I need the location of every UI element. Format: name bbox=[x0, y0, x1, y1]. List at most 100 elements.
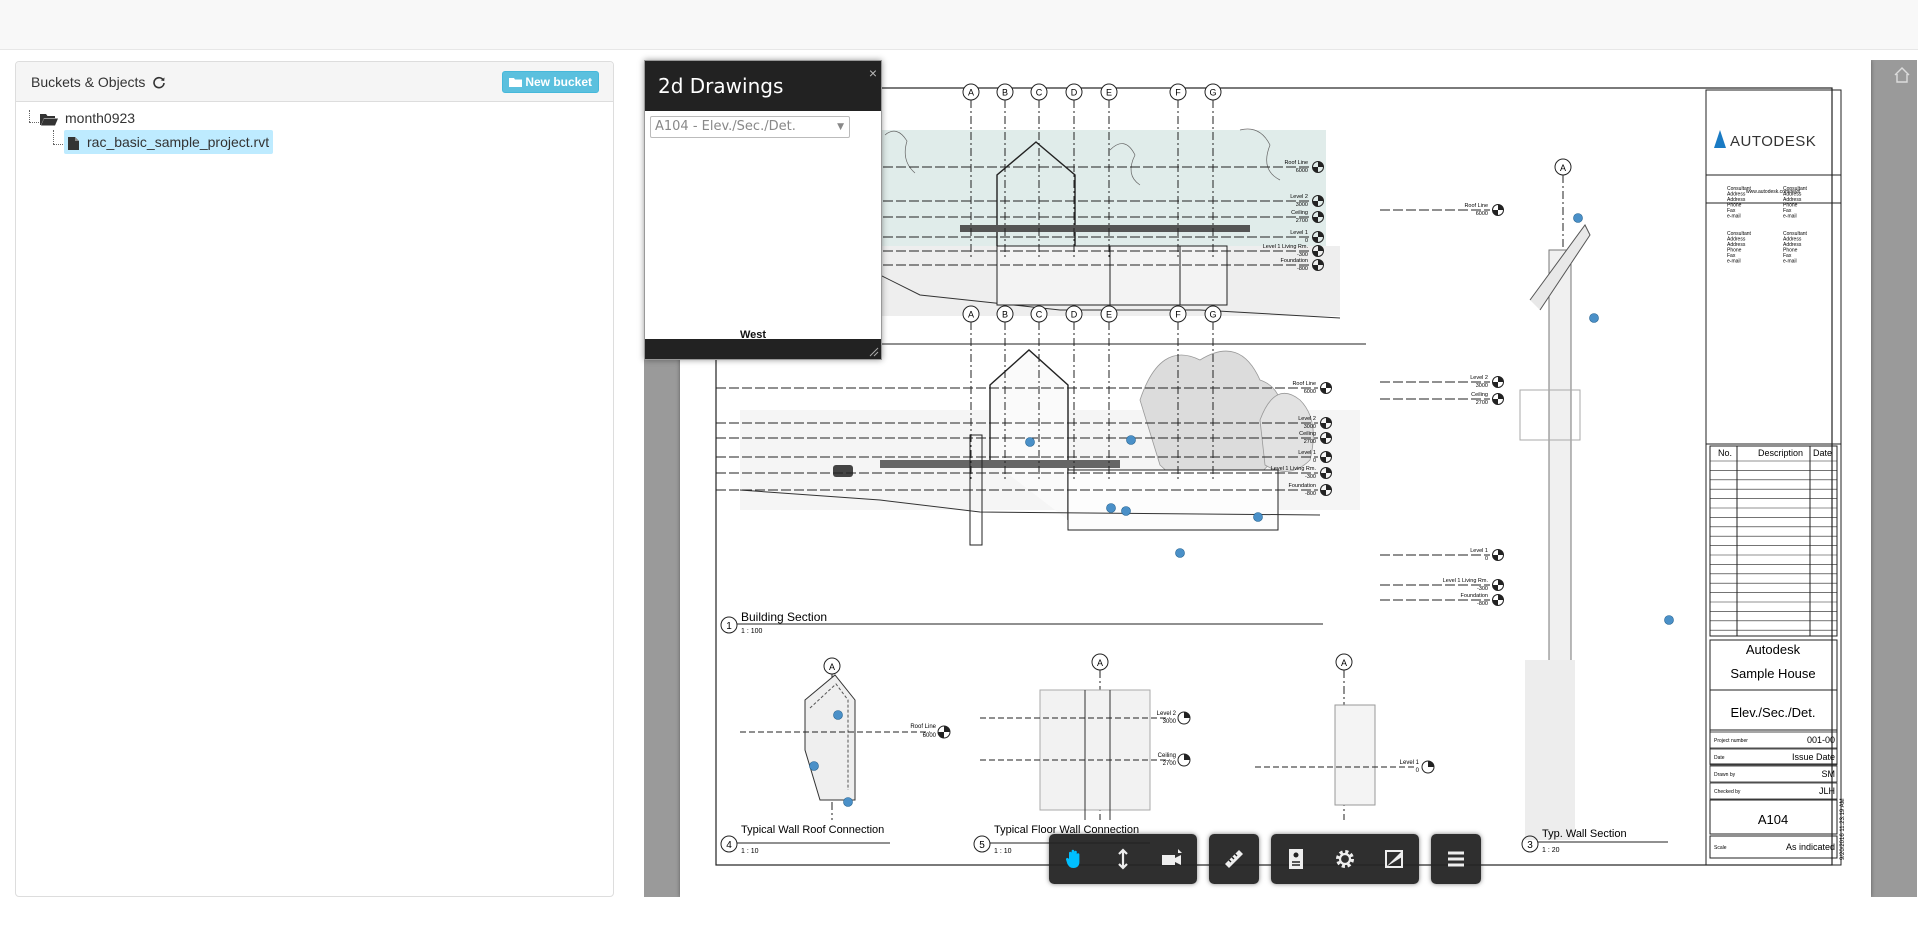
level-line: Level 2 3000 bbox=[1380, 375, 1504, 389]
measure-icon bbox=[1225, 850, 1243, 868]
bucket-tree: month0923 rac_basic_sample_project.rvt bbox=[26, 106, 274, 154]
sheet-number: A104 bbox=[1758, 812, 1788, 827]
level-line: Level 1 Living Rm. -300 bbox=[1380, 578, 1504, 592]
menu-button[interactable] bbox=[1431, 834, 1481, 884]
svg-text:E: E bbox=[1106, 88, 1112, 98]
sheet-select-value: A104 - Elev./Sec./Det. bbox=[655, 119, 796, 134]
detail-4: A Roof Line 6000 4 Typical Wall Roof Con… bbox=[720, 657, 951, 855]
rev-header-no: No. bbox=[1718, 448, 1732, 458]
title-block-row: Drawn by SM bbox=[1709, 765, 1838, 783]
close-icon[interactable]: × bbox=[869, 65, 877, 81]
object-node[interactable]: rac_basic_sample_project.rvt bbox=[64, 130, 274, 154]
svg-text:JLH: JLH bbox=[1819, 786, 1835, 796]
pan-icon bbox=[1065, 849, 1080, 868]
folder-open-icon bbox=[40, 114, 58, 126]
svg-text:A: A bbox=[968, 88, 974, 98]
sheet-select[interactable]: A104 - Elev./Sec./Det. ▼ bbox=[650, 116, 850, 138]
svg-text:Roof Line: Roof Line bbox=[910, 724, 936, 730]
detail-3-scale: 1 : 20 bbox=[1542, 847, 1560, 854]
svg-text:Roof Line: Roof Line bbox=[1464, 203, 1488, 209]
object-label: rac_basic_sample_project.rvt bbox=[87, 134, 270, 150]
svg-text:Roof Line: Roof Line bbox=[1284, 160, 1308, 166]
svg-text:Level 1: Level 1 bbox=[1470, 548, 1488, 554]
nav-panel-title[interactable]: 2d Drawings Navigation bbox=[645, 61, 881, 148]
model-browser-button[interactable] bbox=[1271, 834, 1321, 884]
new-bucket-button[interactable]: New bucket bbox=[502, 71, 599, 93]
scale-label: Scale bbox=[1714, 845, 1727, 851]
home-icon[interactable] bbox=[1893, 66, 1911, 84]
svg-text:Level 1: Level 1 bbox=[1400, 760, 1420, 766]
tree-item-object[interactable]: rac_basic_sample_project.rvt bbox=[26, 130, 274, 154]
svg-text:Level 1: Level 1 bbox=[1290, 230, 1308, 236]
svg-text:SM: SM bbox=[1822, 769, 1836, 779]
level-line: Ceiling 2700 bbox=[1380, 392, 1504, 406]
sheet-name: Elev./Sec./Det. bbox=[1730, 705, 1815, 720]
svg-text:Roof Line: Roof Line bbox=[1292, 381, 1316, 387]
model-browser-icon bbox=[1289, 849, 1303, 869]
svg-text:Level 1 Living Rm.: Level 1 Living Rm. bbox=[1443, 578, 1489, 584]
zoom-button[interactable] bbox=[1098, 834, 1148, 884]
revision-rows bbox=[1710, 460, 1837, 631]
detail4-grid-label: A bbox=[829, 662, 835, 672]
title-block-row: Project number 001-00 bbox=[1709, 731, 1838, 749]
building-section bbox=[739, 349, 1360, 546]
client-name: Autodesk bbox=[1746, 642, 1801, 657]
svg-text:e-mail: e-mail bbox=[1727, 214, 1741, 220]
svg-text:Drawn by: Drawn by bbox=[1714, 772, 1736, 778]
refresh-icon[interactable] bbox=[152, 75, 166, 89]
title-block-rows: Project number 001-00 Date Issue Date Drawn … bbox=[1709, 731, 1838, 800]
svg-text:Foundation: Foundation bbox=[1288, 483, 1316, 489]
svg-text:6000: 6000 bbox=[1304, 389, 1316, 395]
detail-3-title: Typ. Wall Section bbox=[1542, 828, 1627, 840]
svg-text:E: E bbox=[1106, 310, 1112, 320]
scale-value: As indicated bbox=[1786, 842, 1835, 852]
svg-text:3000: 3000 bbox=[1304, 424, 1316, 430]
drawings-navigation-panel[interactable]: 2d Drawings Navigation × A104 - Elev./Se… bbox=[644, 60, 882, 360]
svg-text:A: A bbox=[1560, 163, 1566, 173]
measure-button[interactable] bbox=[1209, 834, 1259, 884]
svg-text:3000: 3000 bbox=[1163, 719, 1177, 725]
svg-text:Level 2: Level 2 bbox=[1290, 194, 1308, 200]
new-bucket-label: New bucket bbox=[525, 75, 592, 89]
tree-item-bucket[interactable]: month0923 bbox=[26, 106, 273, 130]
svg-text:F: F bbox=[1175, 88, 1181, 98]
section-1-number: 1 bbox=[726, 621, 732, 632]
svg-text:0: 0 bbox=[1313, 458, 1316, 464]
svg-text:e-mail: e-mail bbox=[1783, 214, 1797, 220]
autodesk-logo-icon bbox=[1714, 130, 1726, 148]
svg-text:B: B bbox=[1002, 310, 1008, 320]
nav-panel-footer bbox=[645, 339, 881, 359]
detail-4-scale: 1 : 10 bbox=[741, 848, 759, 855]
section-1-scale: 1 : 100 bbox=[741, 628, 763, 635]
buckets-panel-title-text: Buckets & Objects bbox=[31, 74, 146, 90]
camera-button[interactable] bbox=[1147, 834, 1197, 884]
rev-header-description: Description bbox=[1758, 448, 1803, 458]
svg-text:2700: 2700 bbox=[1304, 439, 1316, 445]
svg-text:D: D bbox=[1071, 88, 1078, 98]
pan-button[interactable] bbox=[1049, 834, 1099, 884]
svg-text:-800: -800 bbox=[1297, 266, 1308, 272]
title-block-row: Checked by JLH bbox=[1709, 782, 1838, 800]
svg-text:Issue Date: Issue Date bbox=[1792, 752, 1835, 762]
svg-text:e-mail: e-mail bbox=[1727, 259, 1741, 265]
svg-text:6000: 6000 bbox=[923, 733, 937, 739]
folder-icon bbox=[509, 78, 523, 87]
svg-text:Ceiling: Ceiling bbox=[1291, 210, 1308, 216]
svg-text:Ceiling: Ceiling bbox=[1299, 431, 1316, 437]
svg-text:6000: 6000 bbox=[1296, 168, 1308, 174]
resize-handle-icon[interactable] bbox=[869, 347, 879, 357]
svg-text:D: D bbox=[1071, 310, 1078, 320]
svg-text:F: F bbox=[1175, 310, 1181, 320]
level-line: Foundation -800 bbox=[1380, 593, 1504, 607]
toolbar-group-navigation bbox=[1049, 834, 1197, 884]
svg-text:-800: -800 bbox=[1477, 601, 1488, 607]
typical-wall-section: A Roof Line 6000 Level 2 3000 Ceiling 2700 Lev… bbox=[1380, 158, 1668, 854]
detail-5: A Level 2 3000 Ceiling 2700 5 Typical Fl… bbox=[973, 653, 1191, 855]
settings-button[interactable] bbox=[1320, 834, 1370, 884]
svg-text:0: 0 bbox=[1416, 768, 1420, 774]
svg-text:3000: 3000 bbox=[1476, 383, 1488, 389]
fullscreen-button[interactable] bbox=[1369, 834, 1419, 884]
detail-5-scale: 1 : 10 bbox=[994, 848, 1012, 855]
svg-text:-300: -300 bbox=[1477, 586, 1488, 592]
svg-text:2700: 2700 bbox=[1476, 400, 1488, 406]
